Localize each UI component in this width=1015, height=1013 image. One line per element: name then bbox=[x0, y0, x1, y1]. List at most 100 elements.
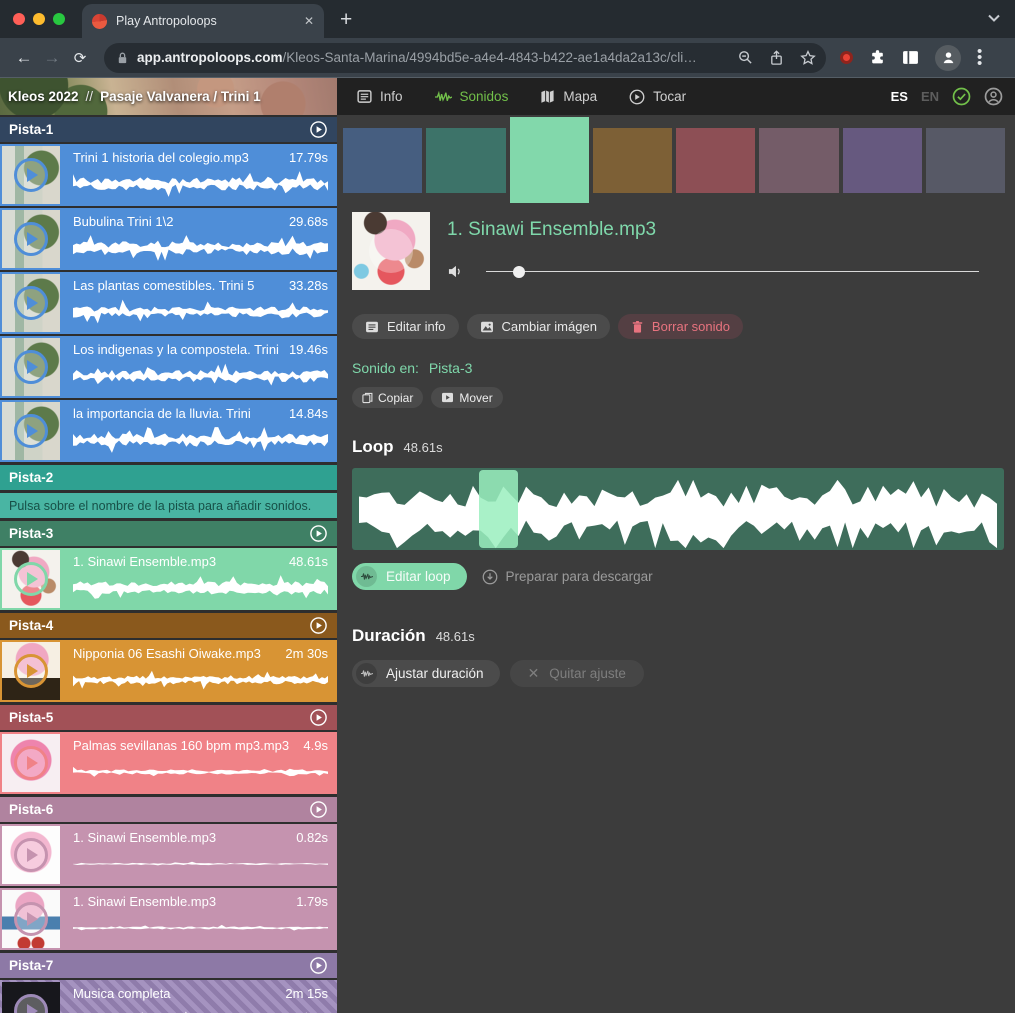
info-list-icon bbox=[357, 89, 372, 104]
editar-info-button[interactable]: Editar info bbox=[352, 314, 459, 339]
swatch-pista-2[interactable] bbox=[426, 128, 505, 193]
clip-play-icon[interactable] bbox=[14, 222, 48, 256]
clip-play-icon[interactable] bbox=[14, 562, 48, 596]
breadcrumb[interactable]: Kleos 2022 // Pasaje Valvanera / Trini 1 bbox=[0, 78, 337, 115]
quitar-ajuste-button[interactable]: ✕ Quitar ajuste bbox=[510, 660, 644, 687]
clip-row[interactable]: Trini 1 historia del colegio.mp317.79s bbox=[0, 144, 337, 206]
track-name: Pista-3 bbox=[9, 526, 53, 541]
swatch-pista-3-selected[interactable] bbox=[510, 117, 589, 203]
clip-row[interactable]: 1. Sinawi Ensemble.mp31.79s bbox=[0, 888, 337, 950]
tab-close-icon[interactable]: ✕ bbox=[304, 14, 314, 28]
track-header-pista-7[interactable]: Pista-7 bbox=[0, 953, 337, 978]
waveform-icon bbox=[435, 91, 452, 103]
mover-button[interactable]: Mover bbox=[431, 387, 502, 408]
recording-extension-icon[interactable] bbox=[840, 51, 853, 64]
borrar-sonido-button[interactable]: Borrar sonido bbox=[618, 314, 743, 339]
clip-row[interactable]: Palmas sevillanas 160 bpm mp3.mp34.9s bbox=[0, 732, 337, 794]
clip-row[interactable]: Bubulina Trini 1\229.68s bbox=[0, 208, 337, 270]
clip-row[interactable]: Nipponia 06 Esashi Oiwake.mp32m 30s bbox=[0, 640, 337, 702]
clip-row[interactable]: Las plantas comestibles. Trini 533.28s bbox=[0, 272, 337, 334]
track-header-pista-4[interactable]: Pista-4 bbox=[0, 613, 337, 638]
swatch-pista-4[interactable] bbox=[593, 128, 672, 193]
tab-search-chevron-icon[interactable] bbox=[987, 13, 1001, 23]
clip-row[interactable]: la importancia de la lluvia. Trini14.84s bbox=[0, 400, 337, 462]
copy-icon bbox=[362, 392, 373, 404]
volume-slider[interactable] bbox=[486, 271, 979, 273]
clip-row[interactable]: Los indigenas y la compostela. Trini19.4… bbox=[0, 336, 337, 398]
language-en[interactable]: EN bbox=[921, 89, 939, 104]
sonido-en-track-link[interactable]: Pista-3 bbox=[429, 360, 473, 376]
clip-play-icon[interactable] bbox=[14, 838, 48, 872]
reload-button[interactable]: ⟳ bbox=[66, 44, 94, 72]
clip-play-icon[interactable] bbox=[14, 902, 48, 936]
track-play-icon[interactable] bbox=[309, 616, 328, 635]
track-header-pista-1[interactable]: Pista-1 bbox=[0, 117, 337, 142]
clip-row-selected[interactable]: 1. Sinawi Ensemble.mp348.61s bbox=[0, 548, 337, 610]
track-header-pista-2[interactable]: Pista-2 bbox=[0, 465, 337, 490]
tab-info[interactable]: Info bbox=[357, 89, 403, 104]
sound-thumbnail[interactable] bbox=[352, 212, 430, 290]
tab-tocar[interactable]: Tocar bbox=[629, 89, 686, 105]
track-play-icon[interactable] bbox=[309, 524, 328, 543]
cambiar-imagen-button[interactable]: Cambiar imágen bbox=[467, 314, 610, 339]
breadcrumb-project[interactable]: Kleos 2022 bbox=[8, 89, 79, 104]
saved-check-icon[interactable] bbox=[952, 87, 971, 106]
swatch-pista-7[interactable] bbox=[843, 128, 922, 193]
new-tab-button[interactable]: + bbox=[340, 8, 352, 32]
clip-play-icon[interactable] bbox=[14, 286, 48, 320]
clip-play-icon[interactable] bbox=[14, 350, 48, 384]
language-es[interactable]: ES bbox=[891, 89, 908, 104]
copiar-button[interactable]: Copiar bbox=[352, 387, 423, 408]
loop-waveform[interactable] bbox=[352, 468, 1004, 550]
bookmark-star-icon[interactable] bbox=[800, 50, 816, 66]
back-button[interactable]: ← bbox=[10, 44, 38, 72]
move-folder-icon bbox=[441, 392, 454, 403]
track-play-icon[interactable] bbox=[309, 800, 328, 819]
track-header-pista-3[interactable]: Pista-3 bbox=[0, 521, 337, 546]
loop-playhead-region[interactable] bbox=[479, 470, 518, 548]
lock-icon[interactable] bbox=[116, 51, 129, 65]
account-icon[interactable] bbox=[984, 87, 1003, 106]
ajustar-duracion-button[interactable]: Ajustar duración bbox=[352, 660, 500, 687]
clip-thumbnail bbox=[2, 210, 60, 268]
volume-slider-thumb[interactable] bbox=[513, 266, 525, 278]
preparar-descargar-button[interactable]: Preparar para descargar bbox=[482, 569, 653, 585]
forward-button[interactable]: → bbox=[38, 44, 66, 72]
tab-mapa[interactable]: Mapa bbox=[540, 89, 597, 104]
track-header-pista-5[interactable]: Pista-5 bbox=[0, 705, 337, 730]
tab-sonidos[interactable]: Sonidos bbox=[435, 89, 509, 104]
sound-play-icon[interactable] bbox=[369, 229, 413, 273]
editar-loop-button[interactable]: Editar loop bbox=[352, 563, 467, 590]
browser-menu-icon[interactable]: ••• bbox=[977, 49, 982, 67]
swatch-pista-1[interactable] bbox=[343, 128, 422, 193]
browser-tab[interactable]: Play Antropoloops ✕ bbox=[82, 4, 324, 38]
extensions-puzzle-icon[interactable] bbox=[869, 49, 886, 66]
share-icon[interactable] bbox=[769, 50, 784, 66]
clip-play-icon[interactable] bbox=[14, 158, 48, 192]
window-close-button[interactable] bbox=[13, 13, 25, 25]
window-controls[interactable] bbox=[0, 0, 79, 38]
clip-duration: 2m 15s bbox=[285, 986, 328, 1001]
track-play-icon[interactable] bbox=[309, 120, 328, 139]
clip-row[interactable]: 1. Sinawi Ensemble.mp30.82s bbox=[0, 824, 337, 886]
track-play-icon[interactable] bbox=[309, 956, 328, 975]
window-minimize-button[interactable] bbox=[33, 13, 45, 25]
clip-play-icon[interactable] bbox=[14, 414, 48, 448]
profile-avatar[interactable] bbox=[935, 45, 961, 71]
address-bar[interactable]: app.antropoloops.com/Kleos-Santa-Marina/… bbox=[104, 43, 826, 73]
clip-play-icon[interactable] bbox=[14, 746, 48, 780]
track-play-icon[interactable] bbox=[309, 708, 328, 727]
swatch-extra[interactable] bbox=[926, 128, 1005, 193]
volume-icon[interactable] bbox=[447, 264, 464, 279]
track-header-pista-6[interactable]: Pista-6 bbox=[0, 797, 337, 822]
window-zoom-button[interactable] bbox=[53, 13, 65, 25]
clip-row[interactable]: Musica completa2m 15s bbox=[0, 980, 337, 1013]
clip-play-icon[interactable] bbox=[14, 994, 48, 1013]
swatch-pista-5[interactable] bbox=[676, 128, 755, 193]
zoom-out-icon[interactable] bbox=[738, 50, 753, 65]
breadcrumb-separator: // bbox=[86, 89, 94, 104]
clip-play-icon[interactable] bbox=[14, 654, 48, 688]
breadcrumb-page[interactable]: Pasaje Valvanera / Trini 1 bbox=[100, 89, 261, 104]
swatch-pista-6[interactable] bbox=[759, 128, 838, 193]
split-view-icon[interactable] bbox=[902, 50, 919, 65]
